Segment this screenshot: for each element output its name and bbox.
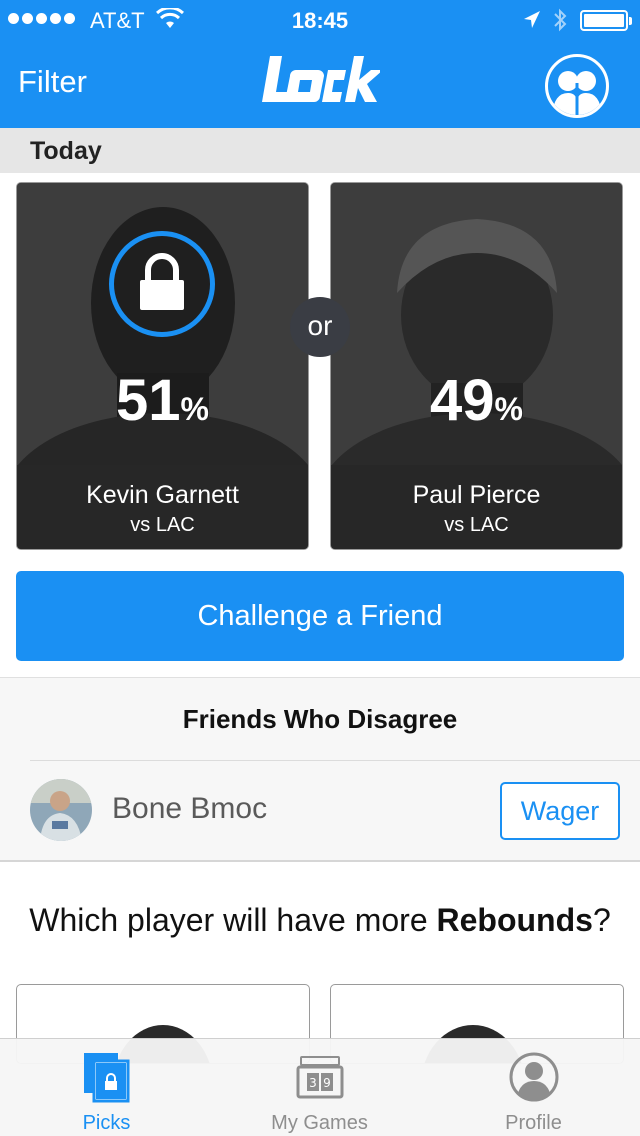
tab-label: Picks: [82, 1112, 131, 1134]
player-info: Kevin Garnett vs LAC: [17, 465, 308, 549]
tab-label: Profile: [505, 1112, 562, 1134]
avatar[interactable]: [30, 779, 92, 841]
tab-my-games[interactable]: 3 9 My Games: [213, 1039, 426, 1136]
picks-icon: [83, 1053, 129, 1103]
player-opponent: vs LAC: [444, 514, 509, 536]
disagree-title: Friends Who Disagree: [182, 704, 458, 734]
pick-percentage: 51%: [116, 368, 209, 433]
app-logo: [0, 52, 640, 120]
battery-icon: [580, 10, 632, 31]
tab-picks[interactable]: Picks: [0, 1039, 213, 1136]
friends-icon[interactable]: [545, 54, 609, 118]
pick-percentage: 49%: [430, 368, 523, 433]
divider: [30, 760, 640, 761]
tab-bar: Picks 3 9 My Games Profile: [0, 1038, 640, 1136]
section-title: Today: [30, 137, 102, 165]
player-card-paul-pierce[interactable]: 49% Paul Pierce vs LAC: [330, 182, 623, 550]
player-card-kevin-garnett[interactable]: 51% Kevin Garnett vs LAC: [16, 182, 309, 550]
friends-disagree-panel: Friends Who Disagree Bone Bmoc Wager: [0, 677, 640, 862]
wager-button[interactable]: Wager: [500, 782, 620, 840]
lock-icon: [140, 253, 184, 310]
svg-text:9: 9: [323, 1076, 331, 1090]
profile-icon: [509, 1052, 558, 1102]
tab-profile[interactable]: Profile: [427, 1039, 640, 1136]
player-name: Kevin Garnett: [86, 481, 239, 509]
next-question: Which player will have more Rebounds?: [29, 902, 611, 938]
player-opponent: vs LAC: [130, 514, 195, 536]
challenge-friend-button[interactable]: Challenge a Friend: [16, 571, 624, 661]
location-arrow-icon: [524, 11, 540, 28]
top-bar: AT&T 18:45 Filter: [0, 0, 640, 128]
bluetooth-icon: [554, 8, 567, 32]
svg-text:3: 3: [309, 1076, 317, 1090]
lock-pick-indicator: [109, 231, 215, 337]
friend-name[interactable]: Bone Bmoc: [112, 792, 267, 826]
scoreboard-icon: 3 9: [296, 1056, 343, 1099]
lock-logo-icon: [262, 56, 383, 102]
or-divider-badge: or: [290, 297, 350, 357]
status-bar: AT&T 18:45: [0, 0, 640, 40]
player-name: Paul Pierce: [412, 481, 541, 509]
clock: 18:45: [291, 8, 349, 33]
player-info: Paul Pierce vs LAC: [331, 465, 622, 549]
tab-label: My Games: [271, 1112, 368, 1134]
section-header: Today: [0, 128, 640, 173]
